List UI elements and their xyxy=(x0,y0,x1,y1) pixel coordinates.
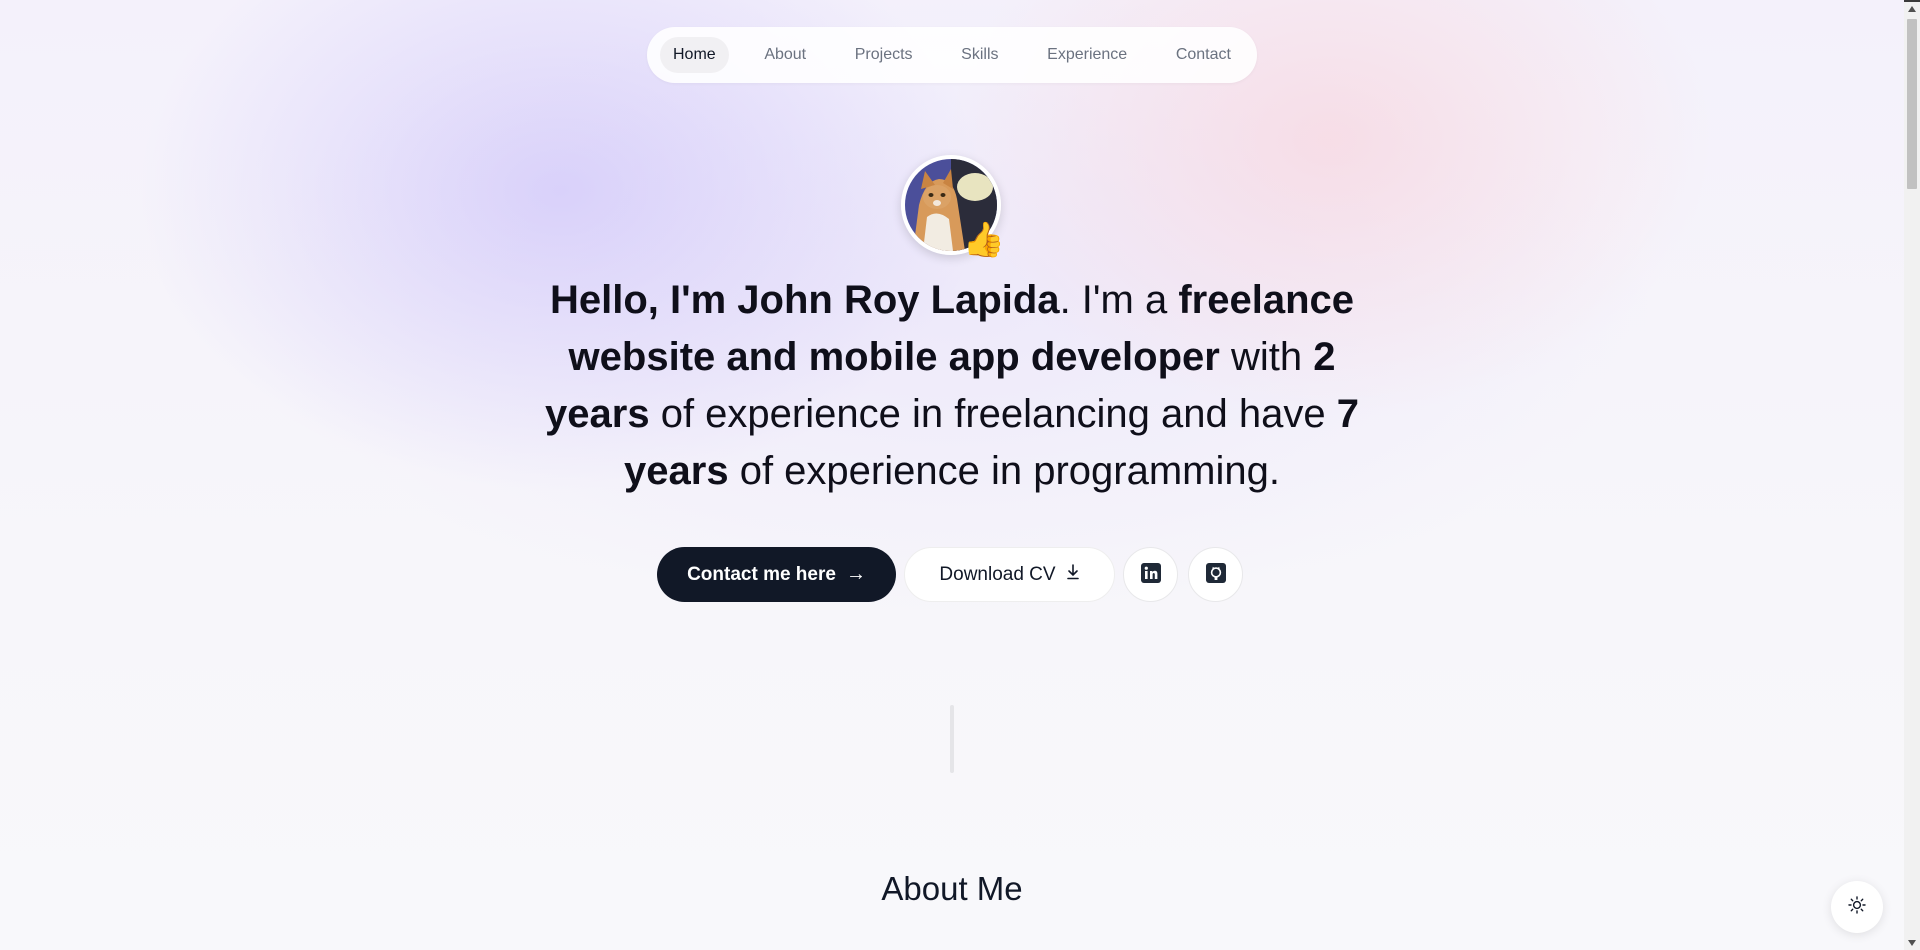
about-section-title: About Me xyxy=(881,870,1023,907)
scroll-down-arrow-icon[interactable] xyxy=(1904,936,1920,950)
hero-text-segment: with xyxy=(1219,335,1314,379)
contact-me-button[interactable]: Contact me here → xyxy=(657,547,896,602)
download-icon xyxy=(1066,563,1080,586)
scroll-up-arrow-icon[interactable] xyxy=(1904,2,1920,16)
hero-text-segment: . I'm a xyxy=(1059,278,1179,322)
linkedin-icon xyxy=(1140,562,1161,587)
thumbs-up-emoji: 👍 xyxy=(962,220,1005,260)
contact-me-label: Contact me here xyxy=(687,563,836,585)
scroll-indicator-line xyxy=(950,705,954,773)
hero-text-segment: of experience in freelancing and have xyxy=(649,392,1337,436)
nav-item-experience[interactable]: Experience xyxy=(1034,37,1140,73)
page-background: Home About Projects Skills Experience Co… xyxy=(0,0,1904,950)
sun-icon xyxy=(1848,896,1866,918)
github-button[interactable] xyxy=(1188,547,1243,602)
profile-avatar-group: 👍 xyxy=(901,155,1005,257)
github-icon xyxy=(1205,562,1226,587)
download-cv-button[interactable]: Download CV xyxy=(904,547,1115,602)
download-cv-label: Download CV xyxy=(939,563,1056,585)
arrow-right-icon: → xyxy=(845,563,866,585)
scrollbar-thumb[interactable] xyxy=(1907,19,1917,189)
nav-item-projects[interactable]: Projects xyxy=(842,37,926,73)
linkedin-button[interactable] xyxy=(1123,547,1178,602)
nav-item-contact[interactable]: Contact xyxy=(1163,37,1244,73)
hero-intro-text: Hello, I'm John Roy Lapida. I'm a freela… xyxy=(530,272,1374,500)
top-nav: Home About Projects Skills Experience Co… xyxy=(647,27,1257,83)
hero-text-segment: of experience in programming. xyxy=(728,449,1280,493)
nav-item-home[interactable]: Home xyxy=(660,37,729,73)
hero-name: Hello, I'm John Roy Lapida xyxy=(549,278,1060,322)
vertical-scrollbar[interactable] xyxy=(1904,2,1920,950)
nav-item-about[interactable]: About xyxy=(751,37,819,73)
nav-item-skills[interactable]: Skills xyxy=(948,37,1011,73)
theme-toggle-button[interactable] xyxy=(1831,881,1883,933)
